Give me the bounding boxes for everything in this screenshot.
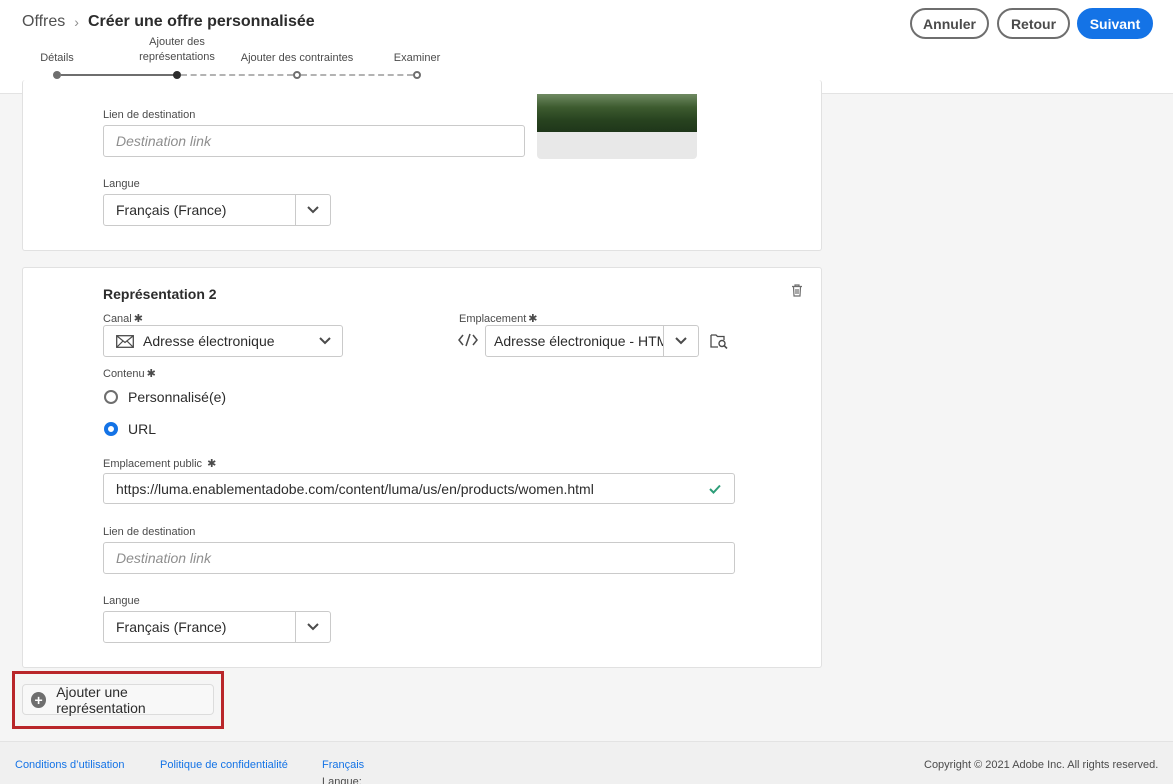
step-label-representations: Ajouter des représentations [133, 35, 221, 65]
content-option-url[interactable]: URL [104, 421, 156, 437]
radio-button[interactable] [104, 390, 118, 404]
content-label: Contenu ✱ [103, 367, 156, 380]
channel-label: Canal ✱ [103, 312, 143, 325]
destination-link-input[interactable]: Destination link [103, 542, 735, 574]
public-location-label-text: Emplacement public [103, 458, 203, 470]
footer-language-label: Langue: [322, 776, 362, 784]
language-select[interactable]: Français (France) [103, 611, 331, 643]
representation-title: Représentation 2 [103, 286, 217, 302]
radio-label: Personnalisé(e) [128, 389, 227, 405]
required-icon: ✱ [146, 368, 156, 380]
checkmark-icon [709, 484, 721, 494]
browse-placement-icon[interactable] [710, 333, 728, 354]
breadcrumb: Offres › Créer une offre personnalisée [22, 13, 315, 31]
language-select[interactable]: Français (France) [103, 194, 331, 226]
image-preview [537, 94, 697, 159]
step-dot-review[interactable] [413, 71, 421, 79]
copyright-text: Copyright © 2021 Adobe Inc. All rights r… [924, 759, 1159, 771]
placement-select[interactable]: Adresse électronique - HTML [485, 325, 699, 357]
public-location-value: https://luma.enablementadobe.com/content… [116, 480, 594, 497]
add-representation-button[interactable]: + Ajouter une représentation [22, 683, 214, 716]
chevron-down-icon[interactable] [663, 326, 698, 356]
footer: Conditions d’utilisation Politique de co… [0, 741, 1173, 784]
content-label-text: Contenu [103, 368, 145, 380]
destination-link-label: Lien de destination [103, 526, 196, 538]
public-location-label: Emplacement public ✱ [103, 457, 216, 470]
privacy-link[interactable]: Politique de confidentialité [160, 759, 288, 771]
chevron-down-icon[interactable] [308, 337, 342, 345]
step-connector [61, 74, 176, 76]
envelope-icon [116, 334, 134, 348]
step-connector [301, 74, 413, 76]
step-label-line: représentations [139, 51, 215, 63]
content-option-custom[interactable]: Personnalisé(e) [104, 389, 226, 405]
channel-select-value: Adresse électronique [143, 333, 275, 349]
destination-link-input[interactable]: Destination link [103, 125, 525, 157]
required-icon: ✱ [528, 313, 538, 325]
language-select-value: Français (France) [116, 619, 227, 635]
footer-language: Langue: Français [322, 759, 364, 784]
chevron-down-icon[interactable] [295, 612, 330, 642]
cancel-button[interactable]: Annuler [910, 8, 989, 39]
step-label-details: Détails [40, 52, 74, 64]
required-icon: ✱ [207, 458, 217, 470]
channel-label-text: Canal [103, 313, 132, 325]
step-connector [181, 74, 293, 76]
trash-icon[interactable] [791, 284, 803, 302]
language-select-value: Français (France) [116, 202, 227, 218]
add-circle-icon: + [31, 691, 47, 708]
step-label-review: Examiner [393, 52, 441, 64]
next-button[interactable]: Suivant [1077, 8, 1153, 39]
step-label-constraints: Ajouter des contraintes [240, 52, 354, 64]
channel-select[interactable]: Adresse électronique [103, 325, 343, 357]
code-icon [458, 333, 478, 352]
chevron-down-icon[interactable] [295, 195, 330, 225]
public-location-input[interactable]: https://luma.enablementadobe.com/content… [103, 473, 735, 504]
destination-link-label: Lien de destination [103, 109, 196, 121]
radio-label: URL [128, 421, 157, 437]
step-dot-representations[interactable] [173, 71, 181, 79]
step-dot-constraints[interactable] [293, 71, 301, 79]
breadcrumb-separator-icon: › [74, 14, 79, 30]
required-icon: ✱ [133, 313, 143, 325]
terms-link[interactable]: Conditions d’utilisation [15, 759, 124, 771]
add-representation-label: Ajouter une représentation [56, 683, 146, 716]
footer-language-link[interactable]: Français [322, 759, 364, 771]
breadcrumb-parent-link[interactable]: Offres [22, 13, 65, 31]
placement-label: Emplacement ✱ [459, 312, 537, 325]
forest-image [537, 94, 697, 132]
placement-select-value: Adresse électronique - HTML [494, 333, 663, 349]
placement-label-text: Emplacement [459, 313, 527, 325]
page-title: Créer une offre personnalisée [87, 13, 315, 30]
language-label: Langue [103, 595, 140, 607]
step-dot-details[interactable] [53, 71, 61, 79]
language-label: Langue [103, 178, 140, 190]
back-button[interactable]: Retour [997, 8, 1070, 39]
radio-button-selected[interactable] [104, 422, 118, 436]
step-label-line: Ajouter des [149, 36, 205, 48]
